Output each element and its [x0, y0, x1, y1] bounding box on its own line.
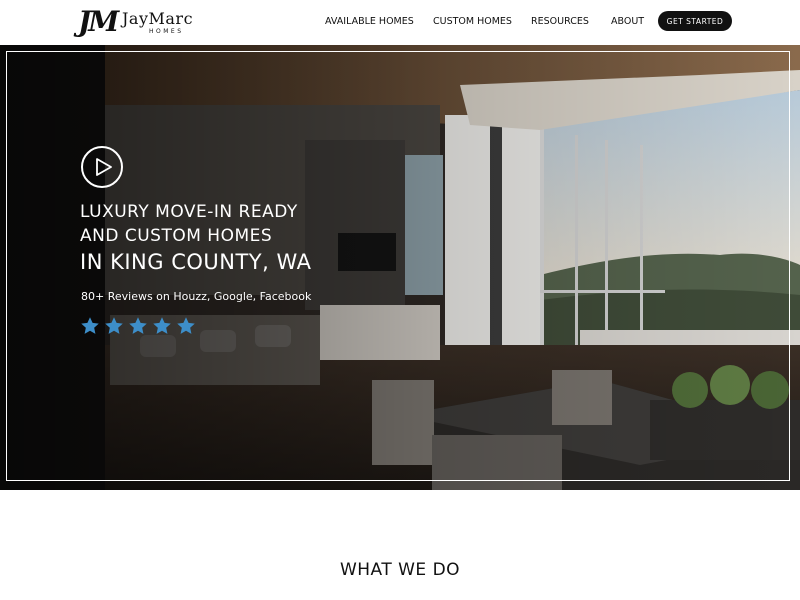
- logo-mark: JM: [78, 5, 119, 38]
- hero-banner: LUXURY MOVE-IN READY AND CUSTOM HOMES IN…: [0, 45, 800, 490]
- logo[interactable]: JM JayMarc HOMES: [78, 7, 208, 39]
- star-icon: [153, 317, 171, 334]
- nav-available-homes[interactable]: AVAILABLE HOMES: [325, 16, 414, 27]
- hero-headline-line-1: LUXURY MOVE-IN READY: [80, 202, 298, 222]
- nav-custom-homes[interactable]: CUSTOM HOMES: [433, 16, 512, 27]
- nav-resources[interactable]: RESOURCES: [531, 16, 589, 27]
- hero-headline-line-2: AND CUSTOM HOMES: [80, 226, 273, 246]
- star-icon: [129, 317, 147, 334]
- reviews-text: 80+ Reviews on Houzz, Google, Facebook: [81, 290, 312, 303]
- star-icon: [105, 317, 123, 334]
- logo-wordmark: JayMarc: [122, 9, 194, 28]
- star-icon: [177, 317, 195, 334]
- site-header: JM JayMarc HOMES AVAILABLE HOMES CUSTOM …: [0, 0, 800, 45]
- get-started-button[interactable]: GET STARTED: [658, 11, 732, 31]
- section-title: WHAT WE DO: [339, 560, 461, 580]
- logo-subtitle: HOMES: [149, 28, 184, 35]
- nav-about[interactable]: ABOUT: [611, 16, 644, 27]
- star-icon: [81, 317, 99, 334]
- play-video-button[interactable]: [81, 146, 123, 188]
- hero-headline-line-3: IN KING COUNTY, WA: [80, 250, 312, 274]
- play-icon: [96, 158, 112, 176]
